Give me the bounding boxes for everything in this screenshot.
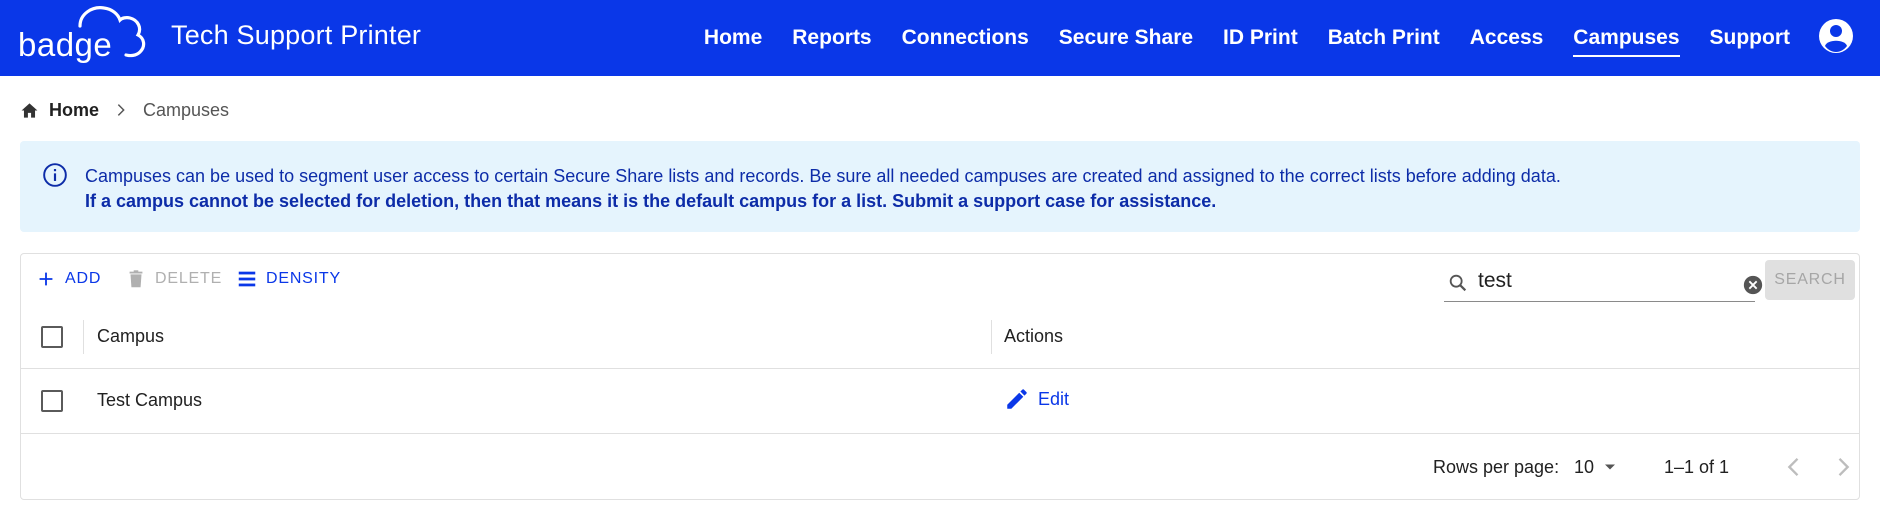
nav-campuses[interactable]: Campuses [1573, 0, 1680, 76]
grid-footer: Rows per page: 10 1–1 of 1 [21, 434, 1859, 500]
info-alert: Campuses can be used to segment user acc… [20, 141, 1860, 232]
rows-per-page-value: 10 [1574, 456, 1595, 477]
main-nav: Home Reports Connections Secure Share ID… [674, 0, 1790, 76]
home-icon [21, 102, 38, 118]
grid-header: Campus Actions [21, 306, 1859, 369]
column-separator [991, 320, 992, 354]
search-field [1444, 262, 1763, 302]
nav-support[interactable]: Support [1710, 0, 1790, 76]
nav-secure-share[interactable]: Secure Share [1059, 0, 1193, 76]
nav-home[interactable]: Home [704, 0, 762, 76]
select-all-checkbox[interactable] [41, 326, 63, 348]
rows-per-page-select[interactable]: 10 [1574, 453, 1620, 481]
density-button[interactable]: DENSITY [236, 268, 341, 290]
column-separator [83, 320, 84, 354]
search-icon [1449, 274, 1467, 292]
add-label: ADD [65, 270, 102, 287]
plus-icon [39, 272, 53, 286]
breadcrumb: Home Campuses [20, 97, 229, 123]
search-button[interactable]: SEARCH [1765, 260, 1855, 300]
badge-logo[interactable]: badge [18, 4, 154, 70]
nav-access[interactable]: Access [1470, 0, 1544, 76]
nav-id-print[interactable]: ID Print [1223, 0, 1298, 76]
add-button[interactable]: ADD [35, 268, 101, 290]
logo-text: badge [18, 26, 112, 63]
alert-message: Campuses can be used to segment user acc… [85, 166, 1561, 186]
caret-down-icon [1605, 464, 1616, 470]
column-header-campus[interactable]: Campus [97, 326, 164, 347]
trash-icon [129, 270, 143, 288]
campuses-grid: ADD DELETE DENSITY test SEARCH Campus Ac… [20, 253, 1860, 500]
nav-connections[interactable]: Connections [902, 0, 1029, 76]
edit-label: Edit [1038, 388, 1070, 409]
chevron-right-icon [117, 104, 125, 116]
account-circle-icon[interactable] [1818, 18, 1854, 54]
info-icon [43, 163, 67, 187]
nav-reports[interactable]: Reports [792, 0, 871, 76]
edit-button[interactable]: Edit [1004, 386, 1069, 412]
campus-cell: Test Campus [97, 390, 203, 410]
pagination-range: 1–1 of 1 [1664, 457, 1730, 477]
breadcrumb-home[interactable]: Home [49, 100, 99, 121]
delete-label: DELETE [155, 270, 223, 287]
app-title: Tech Support Printer [171, 20, 422, 50]
grid-toolbar: ADD DELETE DENSITY test SEARCH [21, 254, 1859, 306]
table-row[interactable]: Test Campus Edit [21, 369, 1859, 434]
breadcrumb-current: Campuses [143, 99, 230, 120]
chevron-right-icon[interactable] [1829, 453, 1857, 481]
alert-note: If a campus cannot be selected for delet… [85, 191, 1217, 211]
density-icon [238, 271, 256, 287]
pencil-icon [1007, 389, 1027, 409]
rows-per-page-label: Rows per page: [1433, 457, 1560, 477]
clear-icon[interactable] [1742, 274, 1764, 296]
chevron-left-icon[interactable] [1780, 453, 1808, 481]
top-app-bar: badge Tech Support Printer Home Reports … [0, 0, 1880, 76]
column-header-actions: Actions [1004, 326, 1064, 346]
search-input[interactable] [1478, 266, 1708, 296]
row-checkbox[interactable] [41, 390, 63, 412]
delete-button[interactable]: DELETE [125, 268, 222, 290]
nav-batch-print[interactable]: Batch Print [1328, 0, 1440, 76]
density-label: DENSITY [266, 270, 341, 287]
